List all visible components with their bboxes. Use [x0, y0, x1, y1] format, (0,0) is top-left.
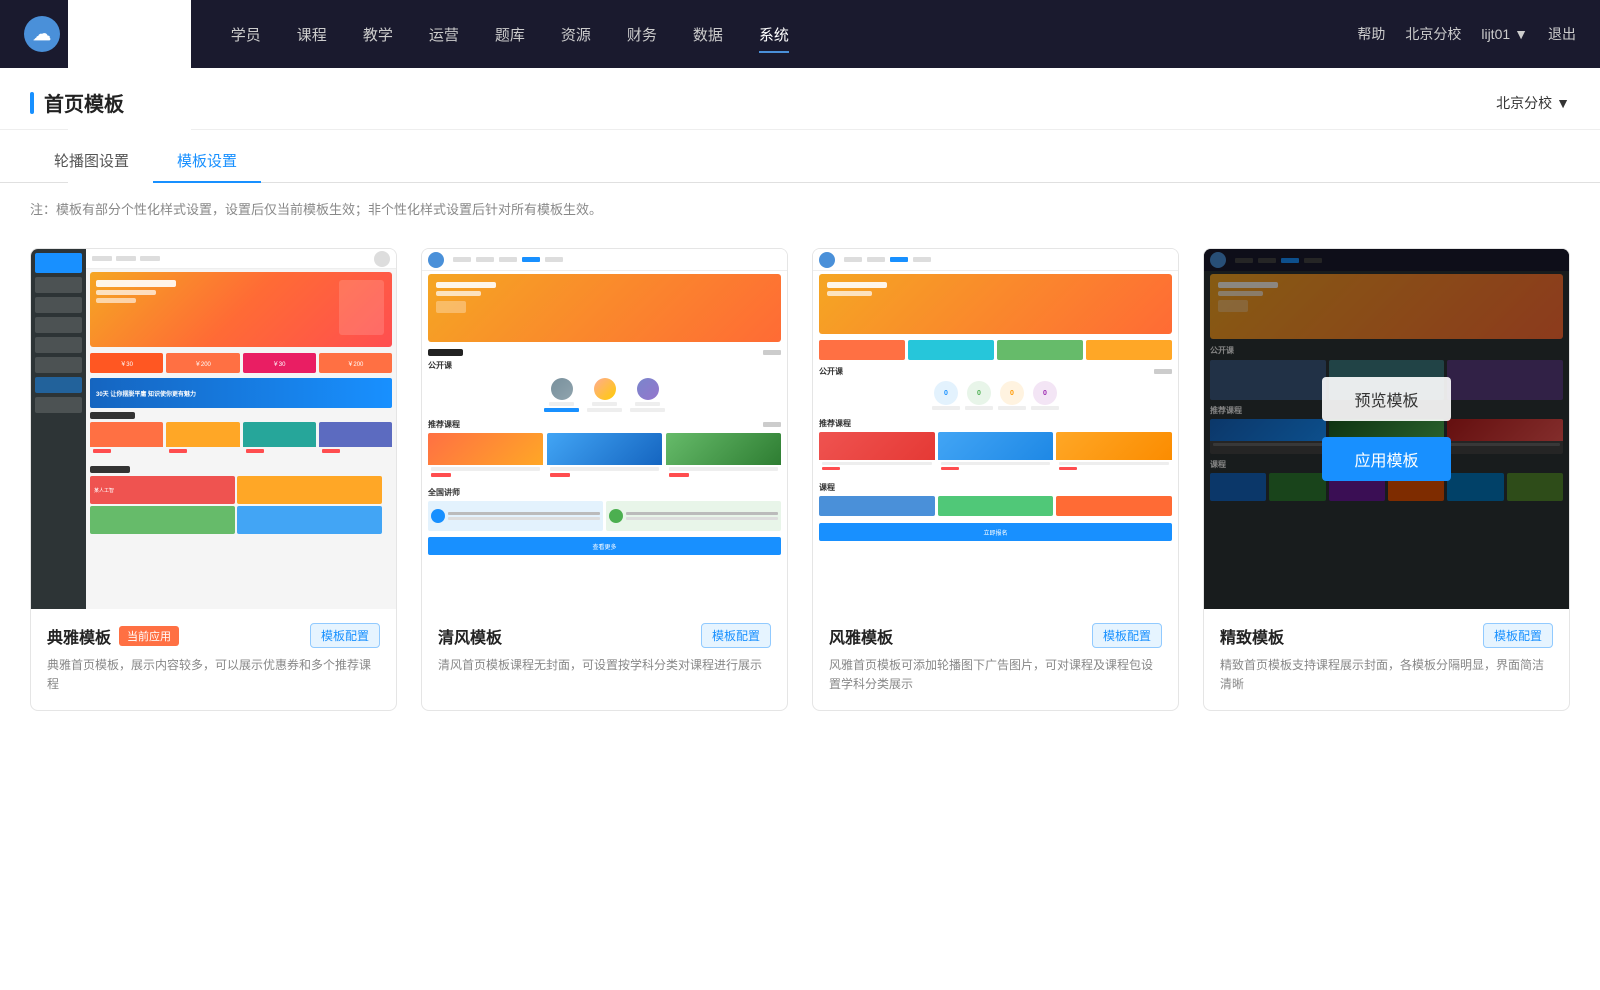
chevron-down-icon: ▼: [1556, 95, 1570, 111]
page-header: 首页模板 北京分校 ▼: [0, 68, 1600, 130]
title-accent-bar: [30, 92, 34, 114]
tab-carousel[interactable]: 轮播图设置: [30, 140, 153, 183]
nav-right: 帮助 北京分校 lijt01 ▼ 退出: [1357, 24, 1576, 44]
apply-template-button-4[interactable]: 应用模板: [1322, 437, 1450, 481]
nav-user[interactable]: lijt01 ▼: [1481, 26, 1528, 42]
preview-template-button-4[interactable]: 预览模板: [1322, 377, 1450, 421]
nav-teaching[interactable]: 教学: [363, 20, 393, 49]
nav-logout[interactable]: 退出: [1548, 24, 1576, 44]
template-preview-4[interactable]: 公开课 推荐课程: [1204, 249, 1569, 609]
navbar: ☁ 云朵课堂 教育机构一站 式服务云平台 学员 课程 教学 运营 题库 资源 财…: [0, 0, 1600, 68]
template-info-4: 精致模板 模板配置 精致首页模板支持课程展示封面，各模板分隔明显，界面简洁清晰: [1204, 609, 1569, 710]
template-desc-2: 清风首页模板课程无封面，可设置按学科分类对课程进行展示: [438, 656, 771, 675]
template-name-row-2: 清风模板 模板配置: [438, 623, 771, 648]
nav-operations[interactable]: 运营: [429, 20, 459, 49]
template-name-row-3: 风雅模板 模板配置: [829, 623, 1162, 648]
template-desc-4: 精致首页模板支持课程展示封面，各模板分隔明显，界面简洁清晰: [1220, 656, 1553, 694]
nav-data[interactable]: 数据: [693, 20, 723, 49]
tab-template[interactable]: 模板设置: [153, 140, 261, 183]
main-content: 首页模板 北京分校 ▼ 轮播图设置 模板设置 注：模板有部分个性化样式设置，设置…: [0, 68, 1600, 990]
nav-system[interactable]: 系统: [759, 20, 789, 49]
logo-icon: ☁: [24, 16, 60, 52]
config-button-3[interactable]: 模板配置: [1092, 623, 1162, 648]
nav-help[interactable]: 帮助: [1357, 24, 1385, 44]
branch-selector[interactable]: 北京分校 ▼: [1496, 93, 1570, 113]
template-info-2: 清风模板 模板配置 清风首页模板课程无封面，可设置按学科分类对课程进行展示: [422, 609, 787, 691]
chevron-down-icon: ▼: [1514, 26, 1528, 42]
template-card-3: 公开课 0: [812, 248, 1179, 711]
note-bar: 注：模板有部分个性化样式设置，设置后仅当前模板生效；非个性化样式设置后针对所有模…: [0, 183, 1600, 228]
template-name-1: 典雅模板: [47, 624, 111, 648]
config-button-4[interactable]: 模板配置: [1483, 623, 1553, 648]
template-desc-1: 典雅首页模板，展示内容较多，可以展示优惠券和多个推荐课程: [47, 656, 380, 694]
nav-students[interactable]: 学员: [231, 20, 261, 49]
templates-grid: ￥30 ￥200 ￥30: [0, 228, 1600, 751]
template-desc-3: 风雅首页模板可添加轮播图下广告图片，可对课程及课程包设置学科分类展示: [829, 656, 1162, 694]
template-preview-3[interactable]: 公开课 0: [813, 249, 1178, 609]
page-title-wrap: 首页模板: [30, 88, 124, 117]
sim-content: ￥30 ￥200 ￥30: [86, 249, 396, 609]
current-badge-1: 当前应用: [119, 626, 179, 646]
nav-finance[interactable]: 财务: [627, 20, 657, 49]
template-preview-1[interactable]: ￥30 ￥200 ￥30: [31, 249, 396, 609]
nav-resources[interactable]: 资源: [561, 20, 591, 49]
template-overlay-4: 预览模板 应用模板: [1204, 249, 1569, 609]
nav-question-bank[interactable]: 题库: [495, 20, 525, 49]
note-text: 注：模板有部分个性化样式设置，设置后仅当前模板生效；非个性化样式设置后针对所有模…: [30, 202, 602, 217]
template-info-3: 风雅模板 模板配置 风雅首页模板可添加轮播图下广告图片，可对课程及课程包设置学科…: [813, 609, 1178, 710]
template-card-4: 公开课 推荐课程: [1203, 248, 1570, 711]
page-title: 首页模板: [44, 88, 124, 117]
template-preview-2[interactable]: 公开课: [422, 249, 787, 609]
nav-menu: 学员 课程 教学 运营 题库 资源 财务 数据 系统: [231, 20, 1358, 49]
template-name-3: 风雅模板: [829, 624, 893, 648]
template-name-row-4: 精致模板 模板配置: [1220, 623, 1553, 648]
config-button-2[interactable]: 模板配置: [701, 623, 771, 648]
nav-courses[interactable]: 课程: [297, 20, 327, 49]
sim-sidebar: [31, 249, 86, 609]
tabs-bar: 轮播图设置 模板设置: [0, 140, 1600, 183]
nav-branch[interactable]: 北京分校: [1405, 24, 1461, 44]
template-name-row-1: 典雅模板 当前应用 模板配置: [47, 623, 380, 648]
template-card-2: 公开课: [421, 248, 788, 711]
template-name-2: 清风模板: [438, 624, 502, 648]
branch-name: 北京分校: [1496, 93, 1552, 113]
template-name-4: 精致模板: [1220, 624, 1284, 648]
template-info-1: 典雅模板 当前应用 模板配置 典雅首页模板，展示内容较多，可以展示优惠券和多个推…: [31, 609, 396, 710]
config-button-1[interactable]: 模板配置: [310, 623, 380, 648]
template-card-1: ￥30 ￥200 ￥30: [30, 248, 397, 711]
